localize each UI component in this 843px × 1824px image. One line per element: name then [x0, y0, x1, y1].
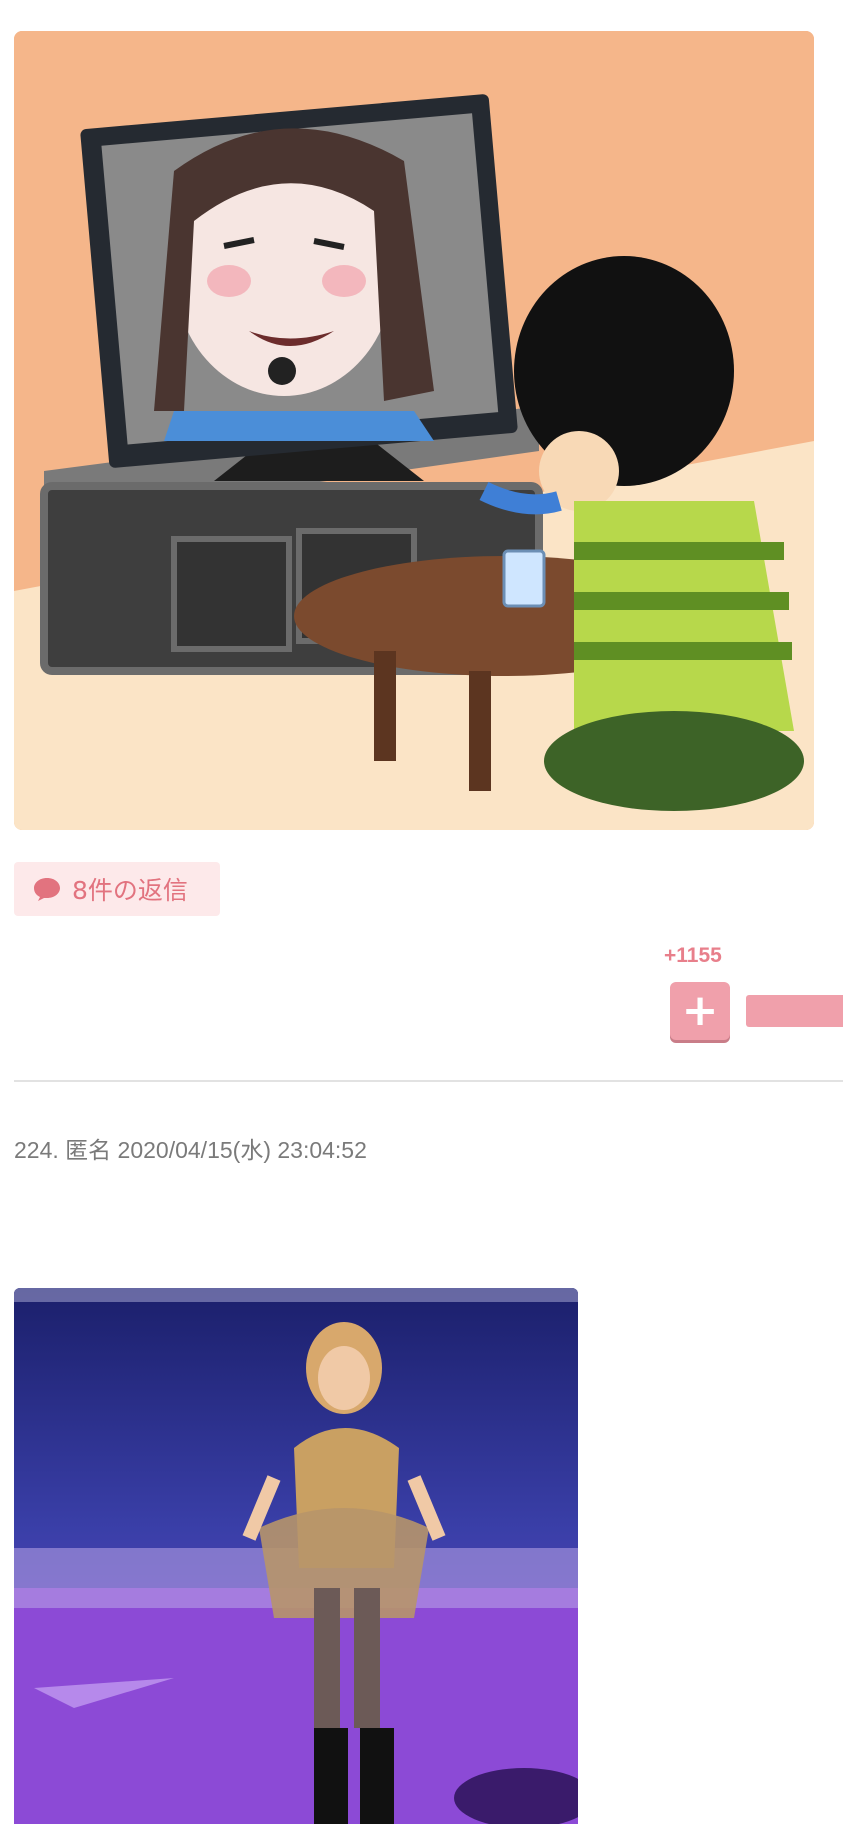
comment-meta: 224. 匿名 2020/04/15(水) 23:04:52 [14, 1137, 367, 1163]
plus-vote-button[interactable]: + [670, 982, 730, 1040]
comment-illustration[interactable] [14, 31, 814, 830]
replies-label: 8件の返信 [72, 876, 188, 905]
tv-watching-illustration [14, 31, 814, 830]
speech-bubble-icon [34, 878, 60, 901]
plus-icon: + [681, 985, 719, 1036]
vote-bar [746, 995, 843, 1027]
comment-divider [14, 1080, 843, 1082]
comment-photo[interactable] [14, 1288, 578, 1824]
concert-performer-photo [14, 1288, 578, 1824]
replies-button[interactable]: 8件の返信 [14, 862, 220, 916]
plus-vote-count: +1155 [664, 944, 722, 967]
